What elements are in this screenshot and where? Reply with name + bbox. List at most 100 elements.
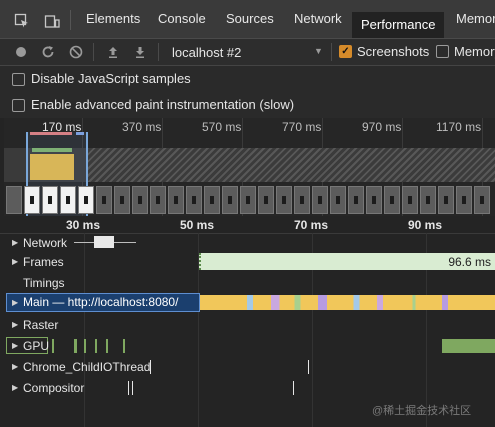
screenshot-thumbnail (348, 186, 364, 214)
screenshot-thumbnail (132, 186, 148, 214)
watermark: @稀土掘金技术社区 (372, 405, 472, 417)
screenshot-thumbnail (168, 186, 184, 214)
screenshot-thumbnail (222, 186, 238, 214)
timeline-overview[interactable]: 170 ms 370 ms 570 ms 770 ms 970 ms 1170 … (4, 118, 495, 220)
setting-row-disable-js: Disable JavaScript samples (0, 66, 495, 92)
toolbar-separator (331, 43, 332, 61)
disable-js-samples-label: Disable JavaScript samples (31, 71, 191, 86)
clear-icon[interactable] (67, 43, 85, 61)
io-task[interactable] (150, 360, 151, 374)
screenshot-thumbnail (474, 186, 490, 214)
memory-checkbox[interactable] (436, 45, 449, 58)
screenshot-thumbnail (294, 186, 310, 214)
advanced-paint-label: Enable advanced paint instrumentation (s… (31, 97, 295, 112)
overview-tick: 1170 ms (436, 120, 482, 134)
overview-tick: 370 ms (122, 120, 162, 134)
screenshot-thumbnail (150, 186, 166, 214)
reload-record-icon[interactable] (39, 43, 57, 61)
screenshot-thumbnail (438, 186, 454, 214)
expand-triangle-icon[interactable]: ▶ (12, 257, 18, 266)
screenshot-thumbnail (60, 186, 76, 214)
frame-block[interactable]: 96.6 ms (199, 253, 495, 270)
tab-sources[interactable]: Sources (226, 6, 274, 32)
expand-triangle-icon[interactable]: ▶ (12, 298, 18, 307)
track-network[interactable]: ▶ Network (0, 233, 495, 253)
overview-tick: 770 ms (282, 120, 322, 134)
screenshot-thumbnail (78, 186, 94, 214)
compositor-task[interactable] (132, 381, 133, 395)
expand-triangle-icon[interactable]: ▶ (12, 362, 18, 371)
gpu-task[interactable] (74, 339, 77, 353)
toolbar-separator (158, 43, 159, 61)
frame-duration: 96.6 ms (448, 255, 491, 269)
gpu-task[interactable] (84, 339, 86, 353)
screenshot-thumbnail (258, 186, 274, 214)
track-label-raster: Raster (23, 318, 59, 332)
tab-console[interactable]: Console (158, 6, 206, 32)
main-thread-activity[interactable] (200, 295, 495, 310)
performance-toolbar: localhost #2 ▼ ✓ Screenshots Memory (0, 39, 495, 66)
screenshot-thumbnail (114, 186, 130, 214)
track-gpu[interactable]: ▶ GPU (0, 336, 495, 356)
screenshots-label: Screenshots (357, 44, 430, 59)
expand-triangle-icon[interactable]: ▶ (12, 238, 18, 247)
expand-triangle-icon[interactable]: ▶ (12, 383, 18, 392)
track-label-gpu: GPU (23, 339, 50, 353)
expand-triangle-icon[interactable]: ▶ (12, 320, 18, 329)
inspect-element-icon[interactable] (14, 13, 30, 29)
screenshot-thumbnail (330, 186, 346, 214)
overview-tick: 970 ms (362, 120, 402, 134)
network-request-bar[interactable] (94, 236, 114, 248)
screenshot-thumbnail (24, 186, 40, 214)
track-label-timings: Timings (23, 276, 65, 290)
tab-performance[interactable]: Performance (352, 12, 445, 38)
track-raster[interactable]: ▶ Raster (0, 315, 495, 335)
track-label-network: Network (23, 236, 68, 250)
advanced-paint-checkbox[interactable] (12, 99, 25, 112)
track-compositor[interactable]: ▶ Compositor (0, 378, 495, 398)
profile-select[interactable]: localhost #2 ▼ (166, 41, 326, 63)
gpu-task[interactable] (52, 339, 54, 353)
tab-memory[interactable]: Memor (456, 6, 495, 32)
screenshot-thumbnail (456, 186, 472, 214)
screenshot-thumbnail (276, 186, 292, 214)
memory-label: Memory (454, 44, 495, 59)
compositor-task[interactable] (293, 381, 294, 395)
screenshot-thumbnail (240, 186, 256, 214)
ruler-tick: 50 ms (180, 218, 215, 232)
ruler-tick: 90 ms (408, 218, 443, 232)
screenshots-checkbox[interactable]: ✓ (339, 45, 352, 58)
record-icon[interactable] (12, 43, 30, 61)
ruler-tick: 70 ms (294, 218, 329, 232)
upload-profile-icon[interactable] (104, 43, 122, 61)
track-child-io-thread[interactable]: ▶ Chrome_ChildIOThread (0, 357, 495, 377)
track-frames[interactable]: ▶ Frames 96.6 ms (0, 252, 495, 272)
devtools-tab-bar: Elements Console Sources Network Perform… (0, 0, 495, 39)
gpu-task[interactable] (123, 339, 125, 353)
gpu-task[interactable] (95, 339, 97, 353)
gpu-task[interactable] (442, 339, 495, 353)
tab-separator (70, 10, 71, 30)
track-label-frames: Frames (23, 255, 64, 269)
tab-elements[interactable]: Elements (86, 6, 140, 32)
ruler-tick: 30 ms (66, 218, 101, 232)
device-toolbar-icon[interactable] (44, 13, 60, 29)
tab-network[interactable]: Network (294, 6, 342, 32)
chevron-down-icon: ▼ (314, 46, 323, 56)
screenshot-thumbnail (96, 186, 112, 214)
track-timings[interactable]: Timings (0, 273, 495, 293)
screenshot-thumbnail (366, 186, 382, 214)
track-label-compositor: Compositor (23, 381, 85, 395)
disable-js-samples-checkbox[interactable] (12, 73, 25, 86)
track-main[interactable]: ▶ Main — http://localhost:8080/ (0, 293, 495, 312)
download-profile-icon[interactable] (131, 43, 149, 61)
io-task[interactable] (308, 360, 309, 374)
overview-tick: 570 ms (202, 120, 242, 134)
profile-select-value: localhost #2 (172, 45, 242, 60)
gpu-task[interactable] (106, 339, 108, 353)
track-label-main: Main — http://localhost:8080/ (23, 295, 179, 309)
compositor-task[interactable] (128, 381, 129, 395)
screenshot-thumbnail (420, 186, 436, 214)
setting-row-advanced-paint: Enable advanced paint instrumentation (s… (0, 92, 495, 118)
expand-triangle-icon[interactable]: ▶ (12, 341, 18, 350)
